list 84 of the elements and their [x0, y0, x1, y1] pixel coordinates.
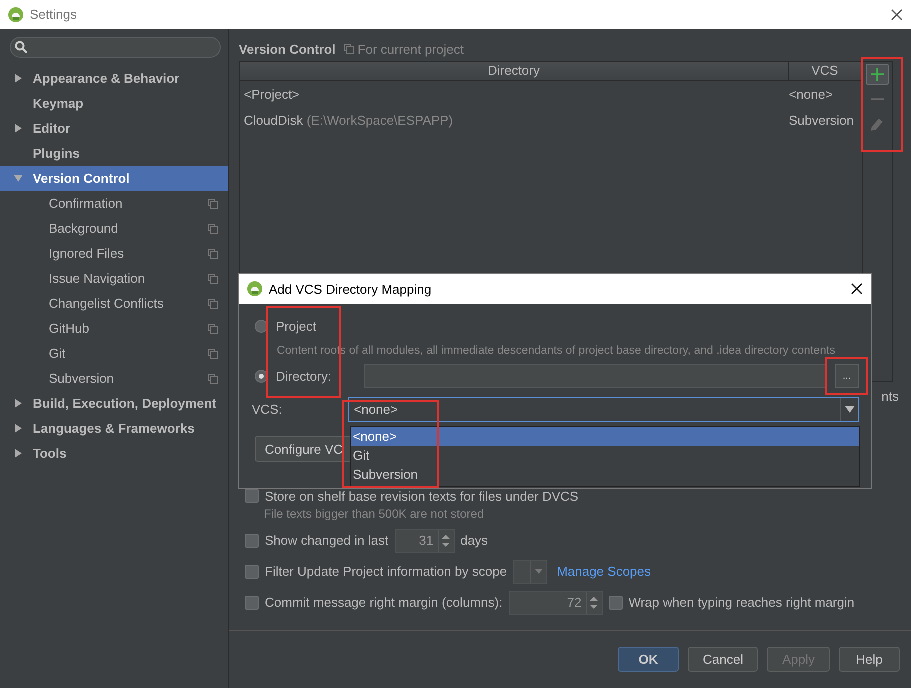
number-spinner[interactable]: 31	[394, 528, 455, 552]
tree-item[interactable]: Changelist Conflicts	[0, 291, 228, 316]
checkbox[interactable]	[245, 534, 259, 548]
radio-label: Directory:	[276, 368, 333, 384]
table-cell-text: CloudDisk (E:\WorkSpace\ESPAPP)	[244, 112, 454, 128]
checkbox[interactable]	[245, 564, 259, 578]
tree-item[interactable]: Ignored Files	[0, 241, 228, 266]
table-cell-text: <none>	[789, 86, 834, 102]
dialog-button[interactable]: Help	[839, 647, 900, 672]
checkbox[interactable]	[245, 596, 259, 610]
checkbox-label: Store on shelf base revision texts for files under DVCS	[265, 488, 579, 504]
setting-label: nts	[882, 388, 899, 404]
spinner-arrows-icon[interactable]	[442, 534, 450, 548]
project-level-icon	[208, 298, 218, 308]
column-header[interactable]: Directory	[240, 62, 789, 80]
radio-label: Project	[276, 318, 318, 334]
collapsed-arrow-icon[interactable]	[14, 449, 23, 458]
checkbox-label: Show changed in last	[265, 533, 389, 548]
tree-item[interactable]: Subversion	[0, 366, 228, 391]
spinner-arrows-icon[interactable]	[590, 596, 598, 610]
dropdown-arrow-icon	[844, 406, 854, 412]
tree-item[interactable]: Git	[0, 341, 228, 366]
dropdown-arrow-icon	[534, 569, 543, 574]
project-level-icon	[208, 324, 218, 334]
tree-item[interactable]: Tools	[0, 441, 228, 466]
search-field[interactable]	[10, 37, 221, 58]
column-header[interactable]: VCS	[789, 62, 862, 80]
checkbox-label: Filter Update Project information by scope	[265, 564, 508, 579]
dropdown-option[interactable]: Subversion	[351, 465, 859, 484]
dialog-title: Add VCS Directory Mapping	[269, 282, 433, 296]
project-level-icon	[208, 224, 218, 234]
vcs-combo-box[interactable]: <none>	[348, 396, 859, 422]
collapsed-arrow-icon[interactable]	[14, 74, 23, 83]
checkbox[interactable]	[608, 596, 623, 610]
dialog-button[interactable]: Cancel	[688, 647, 758, 672]
tree-item[interactable]: Build, Execution, Deployment	[0, 391, 228, 416]
browse-button[interactable]: ...	[835, 364, 859, 388]
tree-item[interactable]: Keymap	[0, 91, 228, 116]
tree-item[interactable]: Plugins	[0, 141, 228, 166]
project-level-icon	[208, 348, 218, 358]
directory-field[interactable]	[364, 364, 827, 388]
table-cell-text: Subversion	[789, 112, 856, 128]
tree-item[interactable]: GitHub	[0, 316, 228, 341]
tree-item[interactable]: Background	[0, 216, 228, 241]
project-level-icon	[208, 274, 218, 284]
unit-label: days	[460, 533, 488, 548]
scope-note: For current project	[358, 42, 464, 56]
manage-scopes-link[interactable]: Manage Scopes	[557, 564, 652, 579]
scope-dropdown[interactable]	[513, 560, 548, 584]
project-level-icon	[208, 198, 218, 208]
collapsed-arrow-icon[interactable]	[14, 124, 23, 133]
checkbox-label: Commit message right margin (columns):	[265, 595, 503, 610]
close-icon[interactable]	[851, 283, 863, 295]
dropdown-option[interactable]: <none>	[351, 427, 859, 446]
app-logo-icon	[247, 281, 263, 297]
remove-icon	[871, 98, 884, 101]
highlight-frame	[825, 357, 868, 395]
window-title: Settings	[30, 7, 78, 22]
search-icon	[15, 41, 28, 54]
tree-item[interactable]: Version Control	[0, 166, 228, 191]
tree-item[interactable]: Issue Navigation	[0, 266, 228, 291]
checkbox-label: Wrap when typing reaches right margin	[628, 595, 855, 610]
dialog-button[interactable]: OK	[618, 647, 679, 672]
tree-item[interactable]: Appearance & Behavior	[0, 66, 228, 91]
collapsed-arrow-icon[interactable]	[14, 399, 23, 408]
collapsed-arrow-icon[interactable]	[14, 424, 23, 433]
number-spinner[interactable]: 72	[508, 590, 603, 614]
tree-item[interactable]: Languages & Frameworks	[0, 416, 228, 441]
pencil-icon	[871, 118, 884, 131]
project-level-icon	[208, 248, 218, 258]
checkbox[interactable]	[245, 489, 259, 503]
close-icon[interactable]	[891, 8, 903, 20]
project-level-icon	[344, 44, 354, 54]
page-title: Version Control	[239, 42, 336, 56]
table-cell-text: <Project>	[244, 86, 301, 102]
add-button[interactable]	[866, 64, 889, 85]
add-icon	[871, 68, 884, 81]
project-level-icon	[208, 374, 218, 384]
vcs-label: VCS:	[252, 402, 284, 416]
tree-item[interactable]: Confirmation	[0, 191, 228, 216]
tree-item[interactable]: Editor	[0, 116, 228, 141]
hint-text: File texts bigger than 500K are not stored	[263, 507, 486, 523]
expanded-arrow-icon[interactable]	[14, 174, 23, 183]
app-logo-icon	[8, 6, 24, 22]
